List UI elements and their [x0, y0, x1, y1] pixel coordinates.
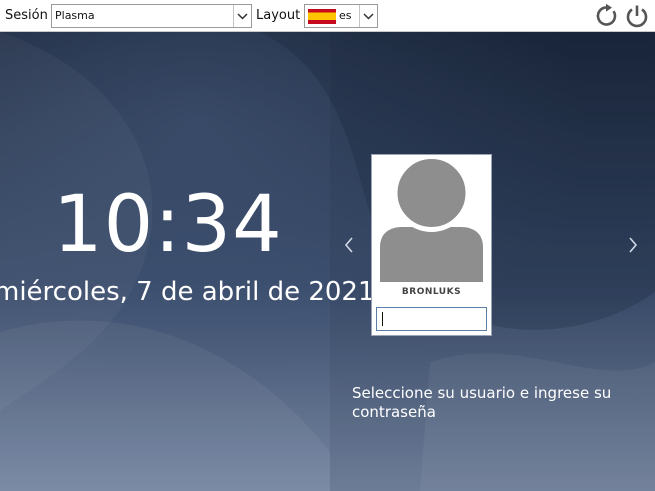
layout-value: es: [339, 9, 352, 22]
layout-select[interactable]: es: [304, 4, 378, 28]
chevron-down-icon: [233, 5, 251, 27]
spain-flag-icon: [308, 9, 336, 24]
reboot-button[interactable]: [594, 3, 620, 29]
power-icon: [626, 5, 648, 28]
clock-time: 10:34: [53, 180, 283, 270]
next-user-button[interactable]: [627, 236, 639, 254]
username-label: BRONLUKS: [401, 287, 462, 297]
chevron-left-icon: [344, 237, 353, 253]
password-input[interactable]: [376, 307, 487, 331]
chevron-down-icon: [359, 5, 377, 27]
reboot-icon: [596, 3, 617, 26]
chevron-right-icon: [629, 237, 638, 253]
login-message: Seleccione su usuario e ingrese su contr…: [352, 384, 612, 421]
text-cursor: [382, 312, 383, 326]
top-toolbar: Sesión Plasma Layout es: [0, 0, 655, 32]
user-avatar-icon: [380, 155, 483, 282]
session-value: Plasma: [55, 9, 95, 22]
session-label: Sesión: [5, 8, 48, 23]
power-button[interactable]: [624, 3, 650, 29]
previous-user-button[interactable]: [343, 236, 355, 254]
layout-label: Layout: [256, 8, 301, 23]
user-card[interactable]: BRONLUKS: [371, 154, 492, 336]
session-select[interactable]: Plasma: [51, 4, 252, 28]
clock-date: miércoles, 7 de abril de 2021: [0, 277, 375, 307]
